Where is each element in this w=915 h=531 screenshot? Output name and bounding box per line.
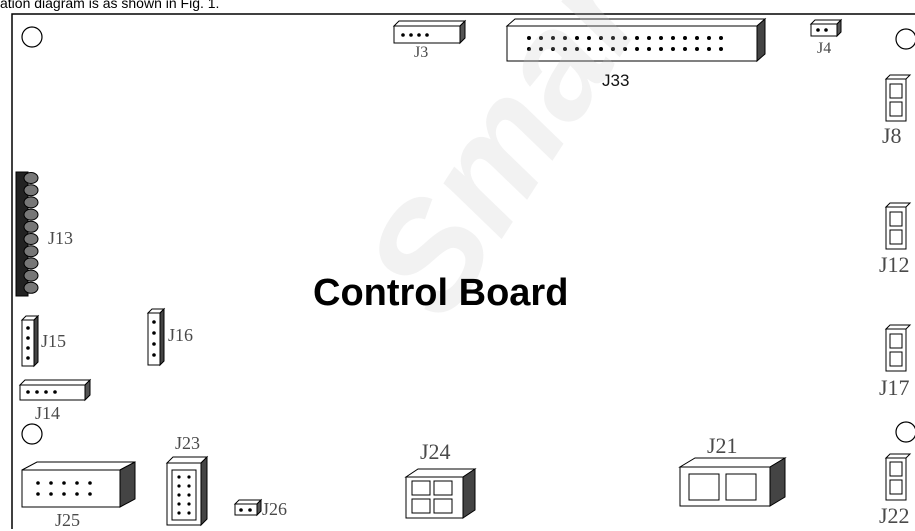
j33-pin <box>671 47 675 51</box>
connector-j21 <box>678 457 787 507</box>
j13-pin <box>23 220 39 233</box>
j13-pin <box>23 196 39 209</box>
mount-hole-mid-left <box>21 423 43 445</box>
label-j14: J14 <box>35 403 61 423</box>
j33-pin <box>719 36 723 40</box>
label-j4: J4 <box>817 40 832 57</box>
mount-hole-top-right <box>895 28 915 50</box>
j33-pin <box>683 36 687 40</box>
connector-j3 <box>392 19 467 45</box>
label-j24: J24 <box>420 439 451 464</box>
connector-j17 <box>884 324 912 372</box>
connector-j22 <box>884 453 912 501</box>
connector-j26 <box>233 498 263 517</box>
connector-j24 <box>404 468 477 519</box>
j13-pin <box>23 172 39 184</box>
j33-pin <box>695 36 699 40</box>
label-j15: J15 <box>41 331 67 351</box>
j13-pin <box>23 208 39 221</box>
label-j25: J25 <box>55 510 81 530</box>
label-j3: J3 <box>414 44 429 61</box>
label-j22: J22 <box>879 503 910 528</box>
j13-pin <box>23 269 39 282</box>
label-j21: J21 <box>707 433 738 458</box>
connector-j12 <box>884 202 912 250</box>
label-j16: J16 <box>168 325 194 345</box>
j33-pin <box>683 47 687 51</box>
connector-j16 <box>146 307 166 367</box>
j33-pin <box>707 36 711 40</box>
label-j13: J13 <box>48 228 74 248</box>
j13-pin <box>23 184 39 197</box>
connector-j4 <box>809 18 843 38</box>
label-j26: J26 <box>262 499 288 519</box>
j13-pin <box>23 233 39 245</box>
j33-pin <box>719 47 723 51</box>
label-j12: J12 <box>879 252 910 277</box>
connector-j23 <box>165 455 209 527</box>
j33-pin <box>707 47 711 51</box>
connector-j25 <box>21 461 136 508</box>
board-title: Control Board <box>313 272 569 314</box>
mount-hole-top-left <box>21 26 43 48</box>
label-j23: J23 <box>175 433 201 453</box>
mount-hole-bottom-right <box>895 421 915 443</box>
j13-pin <box>23 245 39 258</box>
label-j8: J8 <box>882 123 902 148</box>
connector-j14 <box>18 378 92 402</box>
label-j17: J17 <box>879 375 910 400</box>
j13-pin <box>23 281 39 294</box>
connector-j8 <box>884 74 912 122</box>
j33-pin <box>695 47 699 51</box>
j13-pin <box>23 257 39 270</box>
connector-j13 <box>15 171 39 297</box>
connector-j15 <box>20 314 40 368</box>
label-j33: J33 <box>602 71 630 90</box>
